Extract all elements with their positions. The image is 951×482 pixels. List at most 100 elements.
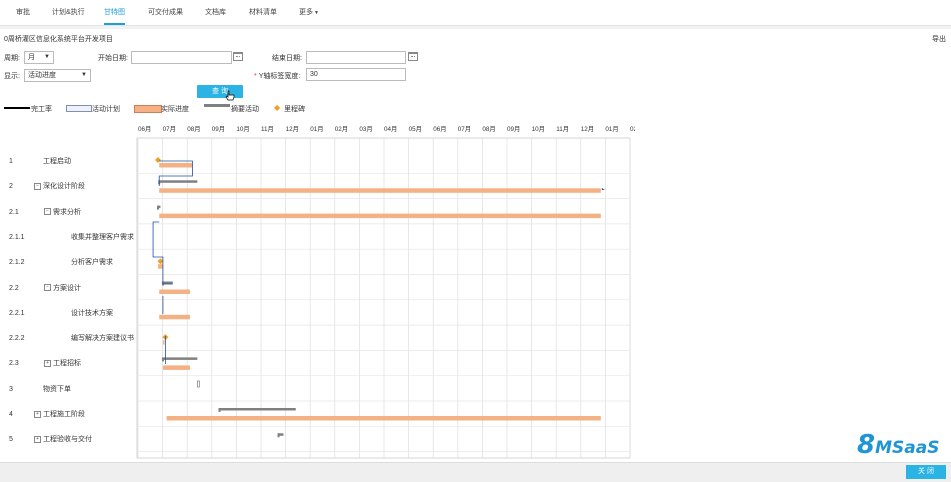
tab-bar: 审批 计划&执行 甘特图 可交付成果 文档库 材料清单 更多▼ [0, 0, 951, 26]
calendar-icon[interactable] [408, 52, 418, 61]
task-name-text: 分析客户需求 [71, 259, 113, 267]
page-title: 0周桥灌区信息化系统平台开发项目 [4, 36, 113, 43]
collapse-icon[interactable]: − [34, 182, 41, 190]
summary-bar-cap [157, 205, 159, 210]
month-tick-label: 08月 [187, 125, 200, 133]
task-row[interactable]: 2.2.1 设计技术方案 [0, 301, 135, 326]
task-row[interactable]: 2.2.2 编写解决方案建议书 [0, 326, 135, 351]
tab-deliverables[interactable]: 可交付成果 [148, 0, 183, 25]
summary-bar [219, 408, 296, 411]
legend-completion: 完工率 [31, 106, 52, 113]
month-tick-label: 12月 [286, 125, 299, 133]
legend-actual-swatch [134, 105, 162, 113]
collapse-icon[interactable]: − [44, 208, 51, 216]
month-tick-label: 04月 [384, 125, 397, 133]
month-tick-label: 03月 [359, 125, 372, 133]
logo-big-text: 8 [857, 430, 876, 460]
task-row[interactable]: 3 物资下单 [0, 377, 135, 402]
tab-material-list[interactable]: 材料清单 [249, 0, 277, 25]
tab-document-library[interactable]: 文档库 [205, 0, 226, 25]
task-wbs: 2.1.2 [9, 259, 25, 267]
tab-approval[interactable]: 审批 [16, 0, 30, 25]
task-name-text: 收集并整理客户需求 [71, 233, 134, 241]
legend-planned-swatch [66, 105, 92, 112]
task-row[interactable]: 2.2 − 方案设计 [0, 276, 135, 301]
task-wbs: 2 [9, 183, 13, 191]
export-button[interactable]: 导出 [932, 34, 946, 44]
month-tick-label: 11月 [261, 125, 274, 133]
expand-icon[interactable]: + [34, 410, 41, 418]
actual-progress-bar [159, 289, 190, 294]
close-button[interactable]: 关 闭 [906, 465, 946, 479]
end-date-input[interactable] [306, 51, 406, 64]
actual-progress-bar [159, 163, 193, 168]
task-name-text: 编写解决方案建议书 [71, 335, 134, 343]
expand-icon[interactable]: + [44, 360, 51, 368]
task-wbs: 2.2.2 [9, 335, 25, 343]
task-row[interactable]: 2.3 + 工程招标 [0, 351, 135, 376]
task-name: + 工程招标 [44, 351, 81, 376]
actual-progress-bar [159, 188, 601, 193]
period-label: 周期: [4, 55, 20, 62]
task-name: + 工程验收与交付 [34, 427, 92, 452]
task-name: − 方案设计 [44, 276, 81, 301]
query-button[interactable]: 查 询 [197, 85, 243, 98]
tab-plan-execution[interactable]: 计划&执行 [52, 0, 85, 25]
task-name-text: 需求分析 [53, 208, 81, 216]
collapse-icon[interactable]: − [44, 284, 51, 292]
y-width-label-text: Y轴标签宽度: [258, 73, 301, 80]
legend-summary: 摘要活动 [231, 106, 259, 113]
chevron-down-icon: ▼ [314, 10, 319, 16]
task-row[interactable]: 2 − 深化设计阶段 [0, 174, 135, 199]
tab-gantt[interactable]: 甘特图 [104, 0, 125, 25]
task-wbs: 4 [9, 411, 13, 418]
calendar-icon[interactable] [233, 52, 243, 61]
task-row[interactable]: 2.1 − 需求分析 [0, 200, 135, 225]
start-date-label: 开始日期: [98, 55, 128, 62]
legend-milestone: 里程碑 [284, 106, 305, 113]
task-row[interactable]: 2.1.1 收集并整理客户需求 [0, 225, 135, 250]
summary-bar-cap [161, 357, 164, 362]
logo-small-text: MSaaS [875, 438, 940, 458]
footer-bar [0, 462, 951, 482]
task-name-text: 工程验收与交付 [43, 436, 92, 444]
month-tick-label: 01月 [310, 125, 323, 133]
actual-progress-bar [162, 340, 165, 345]
task-wbs: 2.1.1 [9, 233, 25, 241]
task-name-text: 物资下单 [43, 385, 71, 393]
msaas-logo: 8MSaaS [857, 430, 939, 460]
gantt-chart: 06月 07月 08月 09月 10月 11月 12月 01月 02月 03月 04月 05月 06月 0… [136, 125, 635, 459]
display-label: 显示: [4, 73, 20, 80]
task-name: 物资下单 [43, 377, 71, 402]
expand-icon[interactable]: + [34, 435, 41, 443]
chevron-down-icon: ▼ [81, 72, 87, 78]
task-name-text: 深化设计阶段 [43, 183, 85, 191]
month-tick-label: 07月 [458, 125, 471, 133]
task-name: 工程启动 [43, 149, 71, 174]
summary-bar-cap [277, 433, 280, 438]
month-tick-label: 09月 [507, 125, 520, 133]
period-select[interactable]: 月 ▼ [24, 51, 54, 64]
task-row[interactable]: 1 工程启动 [0, 149, 135, 174]
month-tick-label: 02月 [630, 125, 635, 133]
start-date-input[interactable] [131, 51, 232, 64]
task-wbs: 2.2.1 [9, 309, 25, 317]
task-wbs: 5 [9, 436, 13, 444]
task-row[interactable]: 2.1.2 分析客户需求 [0, 250, 135, 275]
task-name: + 工程施工阶段 [34, 402, 85, 427]
task-wbs: 2.3 [9, 360, 19, 368]
end-date-label: 结束日期: [272, 55, 302, 62]
month-tick-label: 09月 [212, 125, 225, 133]
legend-planned: 活动计划 [92, 106, 120, 113]
task-row[interactable]: 5 + 工程验收与交付 [0, 427, 135, 452]
tab-more-label: 更多 [299, 9, 313, 16]
task-name-text: 工程启动 [43, 158, 71, 165]
display-select[interactable]: 活动进度 ▼ [24, 69, 91, 82]
divider [0, 26, 951, 29]
y-width-label: * Y轴标签宽度: [254, 73, 301, 80]
summary-bar [162, 357, 198, 360]
y-width-input[interactable]: 30 [306, 68, 406, 81]
month-tick-label: 02月 [335, 125, 348, 133]
tab-more[interactable]: 更多▼ [299, 0, 319, 25]
task-row[interactable]: 4 + 工程施工阶段 [0, 402, 135, 427]
